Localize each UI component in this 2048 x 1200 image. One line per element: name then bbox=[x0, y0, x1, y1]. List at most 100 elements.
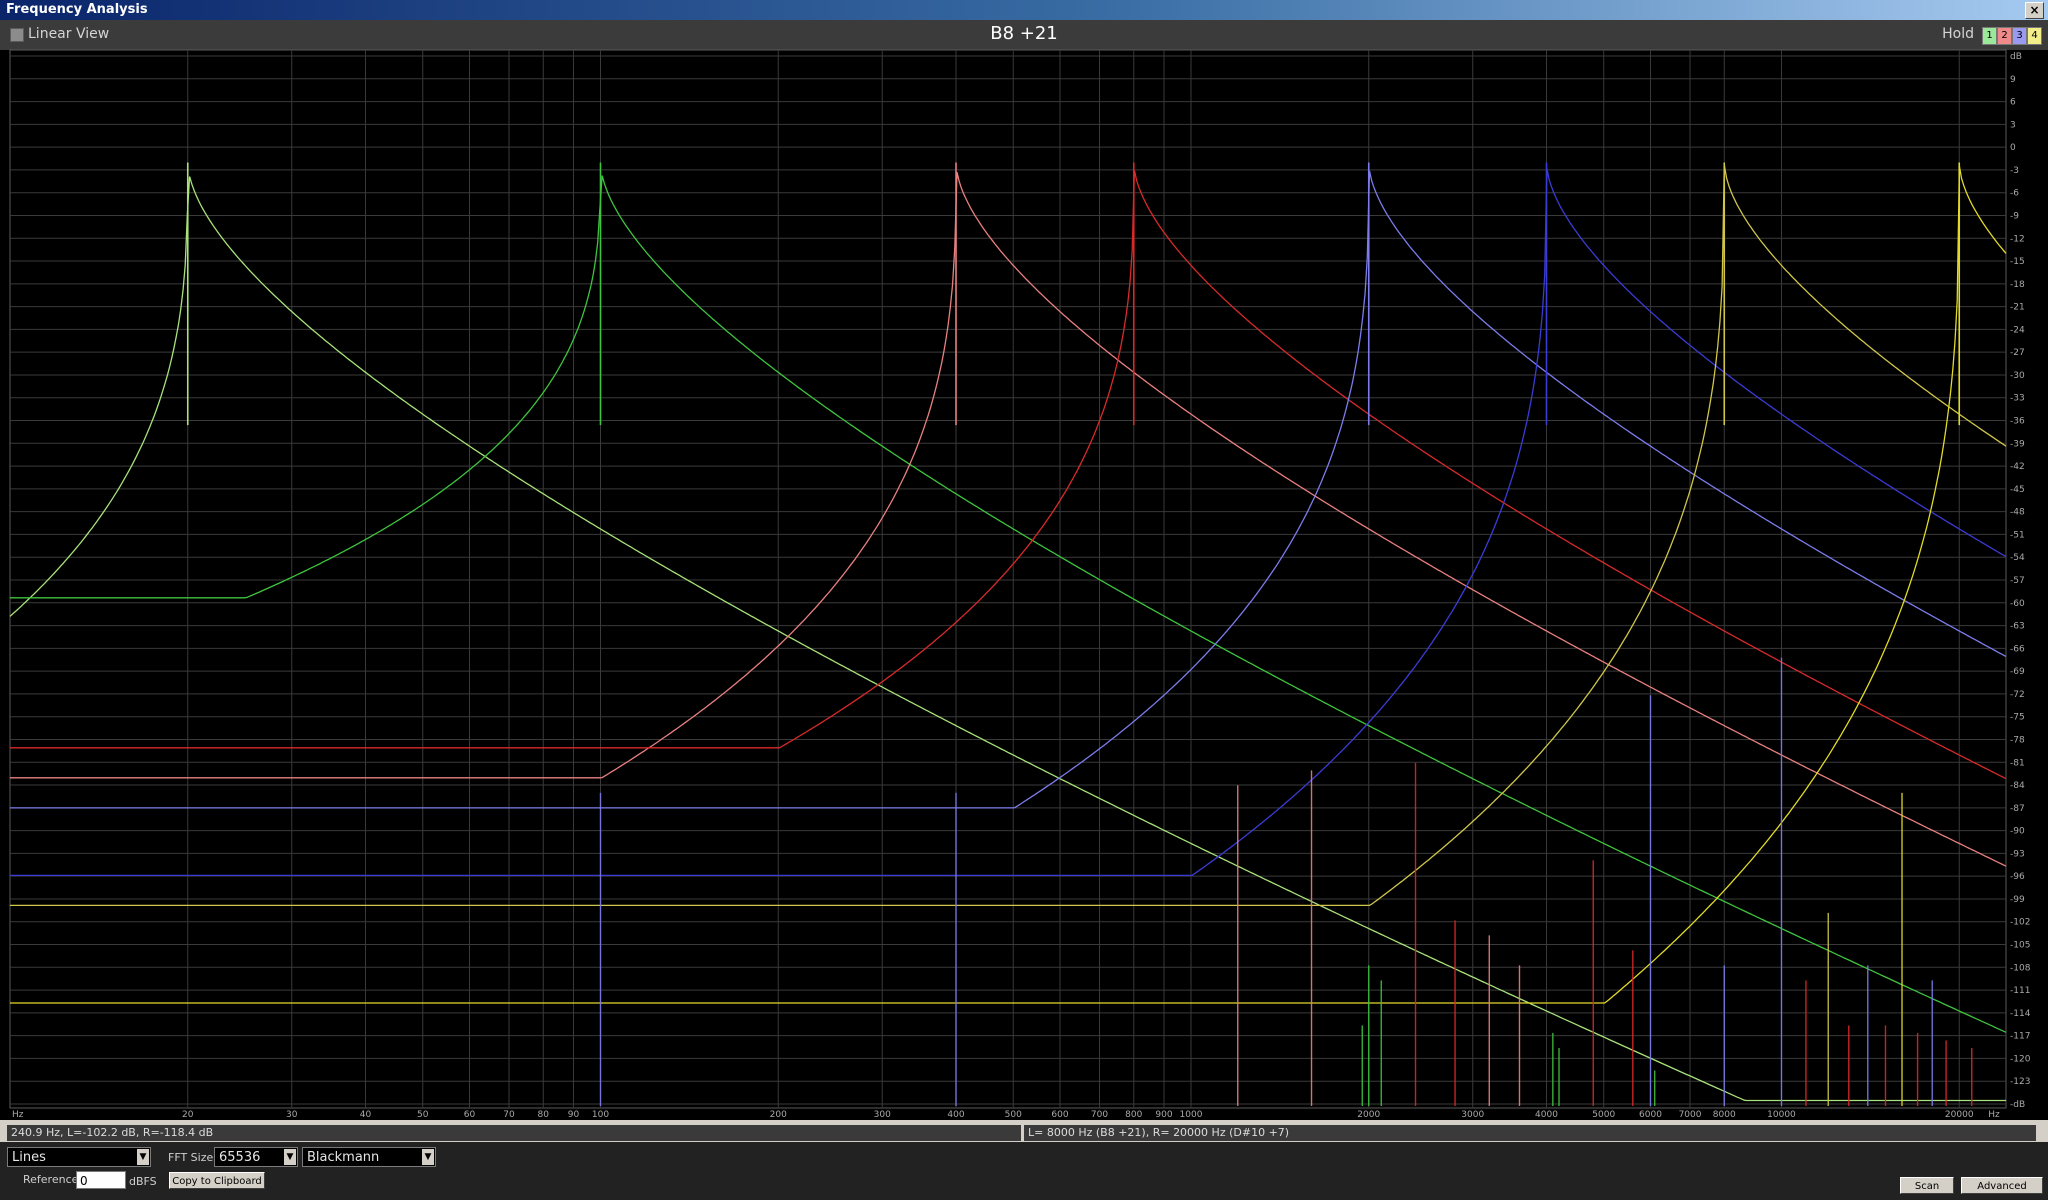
spectrum-plot[interactable]: dB9630-3-6-9-12-15-18-21-24-27-30-33-36-… bbox=[0, 20, 2048, 1120]
copy-to-clipboard-button[interactable]: Copy to Clipboard bbox=[169, 1172, 265, 1189]
db-tick-label: -dB bbox=[2010, 1100, 2025, 1110]
db-tick-label: -48 bbox=[2010, 508, 2025, 518]
window-title: Frequency Analysis bbox=[6, 2, 148, 17]
freq-tick-label: 700 bbox=[1091, 1110, 1108, 1120]
db-tick-label: -90 bbox=[2010, 827, 2025, 837]
db-tick-label: 3 bbox=[2010, 120, 2016, 130]
db-tick-label: -42 bbox=[2010, 462, 2025, 472]
freq-tick-label: 600 bbox=[1051, 1110, 1068, 1120]
reference-unit: dBFS bbox=[129, 1175, 157, 1188]
analysis-panel: Linear View B8 +21 Hold 1234 dB 9 6 3 0 -3 -6-… bbox=[0, 20, 2048, 1120]
db-tick-label: -69 bbox=[2010, 667, 2025, 677]
db-tick-label: -39 bbox=[2010, 439, 2025, 449]
freq-tick-label: 2000 bbox=[1357, 1110, 1380, 1120]
freq-tick-label: 30 bbox=[286, 1110, 298, 1120]
freq-tick-label: Hz bbox=[12, 1110, 24, 1120]
db-tick-label: -45 bbox=[2010, 485, 2025, 495]
cursor-readout: 240.9 Hz, L=-102.2 dB, R=-118.4 dB bbox=[7, 1125, 1021, 1141]
db-tick-label: -9 bbox=[2010, 211, 2019, 221]
freq-tick-label: 20 bbox=[182, 1110, 194, 1120]
db-tick-label: -57 bbox=[2010, 576, 2025, 586]
reference-input[interactable]: 0 bbox=[76, 1171, 126, 1189]
db-tick-label: -15 bbox=[2010, 257, 2025, 267]
db-tick-label: -81 bbox=[2010, 758, 2025, 768]
db-tick-label: -21 bbox=[2010, 303, 2025, 313]
db-tick-label: -12 bbox=[2010, 234, 2025, 244]
db-tick-label: -117 bbox=[2010, 1032, 2030, 1042]
close-icon[interactable]: × bbox=[2025, 2, 2044, 19]
db-tick-label: -123 bbox=[2010, 1077, 2030, 1087]
freq-tick-label: 60 bbox=[464, 1110, 476, 1120]
db-tick-label: -36 bbox=[2010, 417, 2025, 427]
freq-tick-label: 50 bbox=[417, 1110, 429, 1120]
db-tick-label: -120 bbox=[2010, 1054, 2031, 1064]
fft-size-select[interactable]: 65536 ▼ bbox=[214, 1147, 298, 1167]
db-tick-label: -60 bbox=[2010, 599, 2025, 609]
chevron-down-icon: ▼ bbox=[284, 1149, 296, 1165]
freq-tick-label: 7000 bbox=[1679, 1110, 1702, 1120]
freq-tick-label: 400 bbox=[947, 1110, 964, 1120]
display-mode-value: Lines bbox=[12, 1150, 46, 1165]
peak-readout: L= 8000 Hz (B8 +21), R= 20000 Hz (D#10 +… bbox=[1024, 1125, 2036, 1141]
db-tick-label: -51 bbox=[2010, 530, 2025, 540]
db-tick-label: -105 bbox=[2010, 941, 2030, 951]
freq-tick-label: 40 bbox=[360, 1110, 372, 1120]
db-tick-label: -6 bbox=[2010, 189, 2019, 199]
db-tick-label: -3 bbox=[2010, 166, 2019, 176]
fft-size-label: FFT Size bbox=[168, 1151, 214, 1164]
advanced-button[interactable]: Advanced bbox=[1961, 1177, 2043, 1194]
db-tick-label: -33 bbox=[2010, 394, 2025, 404]
freq-tick-label: 8000 bbox=[1713, 1110, 1736, 1120]
db-tick-label: -54 bbox=[2010, 553, 2025, 563]
db-tick-label: -27 bbox=[2010, 348, 2025, 358]
freq-tick-label: 500 bbox=[1005, 1110, 1022, 1120]
db-tick-label: -66 bbox=[2010, 644, 2025, 654]
db-tick-label: -99 bbox=[2010, 895, 2025, 905]
freq-tick-label: 4000 bbox=[1535, 1110, 1558, 1120]
db-tick-label: -93 bbox=[2010, 849, 2025, 859]
freq-tick-label: 20000 bbox=[1945, 1110, 1974, 1120]
window-titlebar: Frequency Analysis × bbox=[0, 0, 2048, 20]
freq-tick-label: 300 bbox=[874, 1110, 891, 1120]
controls-bar: Lines ▼ FFT Size 65536 ▼ Blackmann ▼ Ref… bbox=[0, 1142, 2048, 1200]
db-tick-label: -75 bbox=[2010, 713, 2025, 723]
fft-size-value: 65536 bbox=[219, 1150, 261, 1165]
scan-button[interactable]: Scan bbox=[1900, 1177, 1954, 1194]
freq-tick-label: 70 bbox=[503, 1110, 515, 1120]
reference-label: Reference bbox=[23, 1173, 79, 1186]
freq-tick-label: 800 bbox=[1125, 1110, 1142, 1120]
freq-tick-label: 80 bbox=[538, 1110, 550, 1120]
freq-tick-label: 1000 bbox=[1180, 1110, 1203, 1120]
db-tick-label: -87 bbox=[2010, 804, 2025, 814]
db-tick-label: -18 bbox=[2010, 280, 2025, 290]
display-mode-select[interactable]: Lines ▼ bbox=[7, 1147, 151, 1167]
db-tick-label: -114 bbox=[2010, 1009, 2031, 1019]
db-tick-label: -30 bbox=[2010, 371, 2025, 381]
chevron-down-icon: ▼ bbox=[422, 1149, 434, 1165]
chevron-down-icon: ▼ bbox=[137, 1149, 149, 1165]
db-tick-label: -78 bbox=[2010, 735, 2025, 745]
freq-tick-label: 10000 bbox=[1767, 1110, 1796, 1120]
db-tick-label: dB bbox=[2010, 52, 2022, 62]
db-tick-label: -72 bbox=[2010, 690, 2025, 700]
freq-tick-label: 100 bbox=[592, 1110, 609, 1120]
db-tick-label: -84 bbox=[2010, 781, 2025, 791]
freq-tick-label: 200 bbox=[770, 1110, 787, 1120]
window-select[interactable]: Blackmann ▼ bbox=[302, 1147, 436, 1167]
freq-tick-label: 900 bbox=[1155, 1110, 1172, 1120]
freq-tick-label: 3000 bbox=[1461, 1110, 1484, 1120]
freq-tick-label: 90 bbox=[568, 1110, 580, 1120]
freq-tick-label: Hz bbox=[1988, 1110, 2000, 1120]
db-tick-label: -96 bbox=[2010, 872, 2025, 882]
db-tick-label: 9 bbox=[2010, 75, 2016, 85]
db-tick-label: -102 bbox=[2010, 918, 2030, 928]
db-tick-label: 0 bbox=[2010, 143, 2016, 153]
db-tick-label: 6 bbox=[2010, 98, 2016, 108]
window-value: Blackmann bbox=[307, 1150, 380, 1165]
freq-tick-label: 6000 bbox=[1639, 1110, 1662, 1120]
db-tick-label: -63 bbox=[2010, 622, 2025, 632]
db-tick-label: -111 bbox=[2010, 986, 2030, 996]
plot-area bbox=[9, 49, 2007, 1109]
freq-tick-label: 5000 bbox=[1592, 1110, 1615, 1120]
db-tick-label: -108 bbox=[2010, 963, 2031, 973]
